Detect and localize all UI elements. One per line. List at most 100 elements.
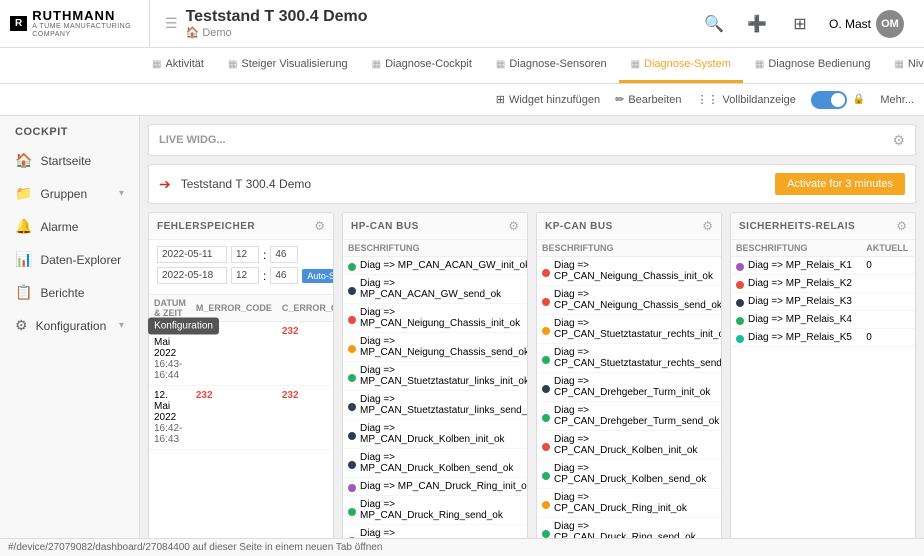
status-dot: [542, 356, 550, 364]
folder-icon: 📁: [15, 185, 32, 202]
mehr-button[interactable]: Mehr...: [880, 94, 914, 106]
status-dot: [736, 281, 744, 289]
edit-icon: ✏: [615, 93, 624, 106]
sicherheits-col-beschriftung: BESCHRIFTUNG: [731, 240, 861, 257]
kp-can-cell-label: Diag =>CP_CAN_Drehgeber_Turm_send_ok: [537, 402, 722, 431]
auto-scroll-button[interactable]: Auto-Scroll: [302, 269, 334, 283]
status-dot: [348, 374, 356, 382]
nav-item-aktivitat[interactable]: ▦ Aktivität: [140, 48, 216, 83]
hp-can-label-text: Diag =>MP_CAN_Druck_Kolben_init_ok: [360, 423, 505, 445]
hp-can-label-text: Diag =>MP_CAN_Neigung_Ausleger_init_ok: [360, 528, 524, 538]
hp-can-label-text: Diag => MP_CAN_ACAN_GW_init_ok: [360, 260, 528, 271]
fehler-row-2: : Auto-Scroll: [157, 267, 325, 284]
kp-can-label-text: Diag =>CP_CAN_Druck_Ring_send_ok: [554, 521, 696, 538]
kp-can-cell-label: Diag =>CP_CAN_Druck_Kolben_send_ok: [537, 460, 722, 489]
hp-can-cell-label: Diag => MP_CAN_ACAN_GW_send_ok: [343, 275, 528, 304]
sidebar-label-alarme: Alarme: [40, 220, 124, 234]
fehler-date-1[interactable]: [157, 246, 227, 263]
nav-item-diagnose-system[interactable]: ▦ Diagnose-System: [619, 48, 743, 83]
status-dot: [348, 432, 356, 440]
kp-can-label-text: Diag =>CP_CAN_Drehgeber_Turm_init_ok: [554, 376, 710, 398]
chevron-down-icon: ▾: [119, 188, 124, 199]
fehlerspeicher-gear-button[interactable]: ⚙: [314, 219, 325, 233]
add-button[interactable]: ➕: [743, 10, 771, 38]
sidebar-item-berichte[interactable]: 📋 Berichte: [0, 276, 139, 309]
sicherheits-relais-gear-button[interactable]: ⚙: [896, 219, 907, 233]
grid-button[interactable]: ⊞: [786, 10, 814, 38]
sicherheits-cell-value: [861, 275, 915, 293]
bearbeiten-button[interactable]: ✏ Bearbeiten: [615, 93, 681, 106]
kp-can-bus-gear-button[interactable]: ⚙: [702, 219, 713, 233]
sicherheits-cell-value: [861, 311, 915, 329]
status-dot: [348, 403, 356, 411]
sicherheits-cell-label: Diag => MP_Relais_K5: [731, 329, 861, 347]
nav-label-aktivitat: Aktivität: [165, 58, 204, 70]
kp-can-cell-label: Diag =>CP_CAN_Druck_Ring_send_ok: [537, 518, 722, 539]
hp-can-bus-gear-button[interactable]: ⚙: [508, 219, 519, 233]
home-icon: 🏠: [15, 152, 32, 169]
nav-label-steiger: Steiger Visualisierung: [241, 58, 347, 70]
nav-item-diagnose-cockpit[interactable]: ▦ Diagnose-Cockpit: [360, 48, 484, 83]
nav-label-nivellierung: Nivellierung: [908, 58, 924, 70]
fehlerspeicher-header: FEHLERSPEICHER ⚙: [149, 213, 333, 240]
sidebar-item-daten-explorer[interactable]: 📊 Daten-Explorer: [0, 243, 139, 276]
list-item: Diag => MP_Relais_K5 0: [731, 329, 915, 347]
kp-can-cell-label: Diag =>CP_CAN_Neigung_Chassis_send_ok: [537, 286, 722, 315]
activate-button[interactable]: Activate for 3 minutes: [775, 173, 905, 195]
bell-icon: 🔔: [15, 218, 32, 235]
fehler-cell-date: 12. Mai 202216:42-16:43: [149, 386, 191, 450]
list-icon: ☰: [165, 15, 178, 32]
status-dot: [542, 530, 550, 538]
fehler-hour-2[interactable]: [231, 267, 259, 284]
status-dot: [736, 263, 744, 271]
sidebar-item-konfiguration[interactable]: ⚙ Konfiguration ▾ Konfiguration: [0, 309, 139, 342]
search-button[interactable]: 🔍: [700, 10, 728, 38]
nav-item-steiger[interactable]: ▦ Steiger Visualisierung: [216, 48, 360, 83]
vollbildanzeige-button[interactable]: ⋮⋮ Vollbildanzeige: [697, 93, 796, 106]
kp-can-label-text: Diag =>CP_CAN_Stuetztastatur_rechts_send…: [554, 347, 722, 369]
status-dot: [542, 472, 550, 480]
nav-item-diagnose-bedienung[interactable]: ▦ Diagnose Bedienung: [743, 48, 883, 83]
hp-can-label-text: Diag =>MP_CAN_Neigung_Chassis_init_ok: [360, 307, 520, 329]
status-dot: [542, 414, 550, 422]
hp-can-cell-label: Diag => MP_CAN_Druck_Ring_send_ok: [343, 496, 528, 525]
list-item: Diag =>MP_CAN_Neigung_Chassis_init_ok: [343, 304, 528, 333]
sicherheits-relais-title: SICHERHEITS-RELAIS: [739, 221, 855, 232]
list-item: Diag =>CP_CAN_Druck_Ring_init_ok: [537, 489, 722, 518]
list-item: Diag => MP_Relais_K3: [731, 293, 915, 311]
fehler-min-1[interactable]: [270, 246, 298, 263]
report-icon: 📋: [15, 284, 32, 301]
kp-can-bus-title: KP-CAN BUS: [545, 221, 613, 232]
hp-can-table: BESCHRIFTUNG AKTU... Diag => MP_CAN_ACAN…: [343, 240, 528, 538]
fehler-cell-mcode: 232: [191, 386, 277, 450]
status-dot: [542, 501, 550, 509]
fehler-min-2[interactable]: [270, 267, 298, 284]
nav-item-diagnose-sensoren[interactable]: ▦ Diagnose-Sensoren: [484, 48, 619, 83]
status-dot: [348, 263, 356, 271]
sicherheits-label-text: Diag => MP_Relais_K2: [748, 278, 852, 289]
live-bar-gear-button[interactable]: ⚙: [892, 132, 905, 149]
nav-label-diagnose-system: Diagnose-System: [644, 58, 731, 70]
nav-icon-aktivitat: ▦: [152, 59, 161, 70]
sidebar-item-alarme[interactable]: 🔔 Alarme: [0, 210, 139, 243]
fehler-hour-1[interactable]: [231, 246, 259, 263]
sidebar-item-startseite[interactable]: 🏠 Startseite: [0, 144, 139, 177]
logo-area: R RUTHMANN A TÜME MANUFACTURING COMPANY: [10, 0, 150, 47]
fehler-date-2[interactable]: [157, 267, 227, 284]
toggle-control[interactable]: [811, 91, 847, 109]
status-dot: [348, 287, 356, 295]
lock-toggle[interactable]: 🔒: [811, 91, 865, 109]
sicherheits-cell-value: [861, 293, 915, 311]
list-item: Diag =>MP_CAN_Neigung_Ausleger_init_ok: [343, 525, 528, 539]
header: R RUTHMANN A TÜME MANUFACTURING COMPANY …: [0, 0, 924, 48]
nav-item-nivellierung[interactable]: ▦ Nivellierung: [882, 48, 924, 83]
user-area[interactable]: O. Mast OM: [829, 10, 904, 38]
list-item: Diag =>MP_CAN_Stuetztastatur_links_init_…: [343, 362, 528, 391]
status-dot: [348, 316, 356, 324]
widget-hinzufugen-button[interactable]: ⊞ Widget hinzufügen: [496, 93, 600, 106]
sidebar-item-gruppen[interactable]: 📁 Gruppen ▾: [0, 177, 139, 210]
nav-icon-diagnose-cockpit: ▦: [372, 59, 381, 70]
panels-grid: FEHLERSPEICHER ⚙ : : Auto: [148, 212, 916, 538]
list-item: Diag => MP_CAN_Druck_Ring_init_ok: [343, 478, 528, 496]
kp-can-bus-header: KP-CAN BUS ⚙: [537, 213, 721, 240]
